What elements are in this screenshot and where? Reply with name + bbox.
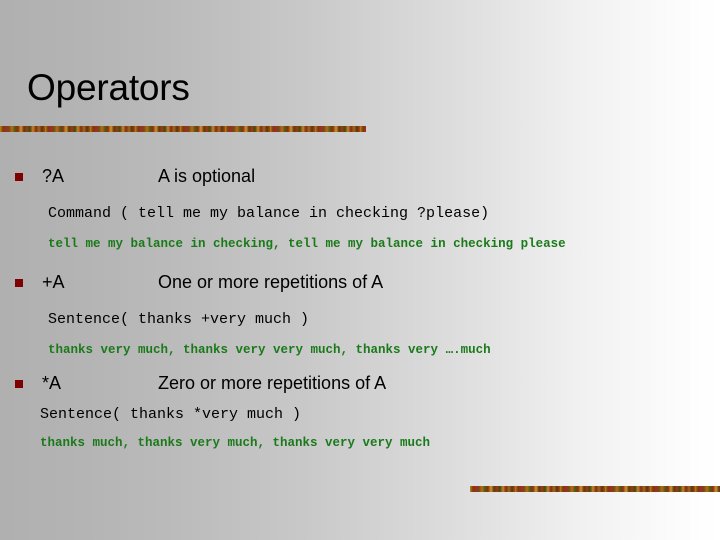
bullet-row-zero-or-more: *A Zero or more repetitions of A bbox=[0, 372, 720, 394]
bullet-row-optional: ?A A is optional bbox=[0, 165, 720, 187]
page-title: Operators bbox=[27, 67, 190, 108]
expansion-result: thanks very much, thanks very very much,… bbox=[48, 343, 491, 357]
expansion-result: thanks much, thanks very much, thanks ve… bbox=[40, 436, 431, 450]
footer-divider-bar bbox=[470, 486, 720, 492]
bullet-square-icon bbox=[15, 173, 23, 181]
expansion-result: tell me my balance in checking, tell me … bbox=[48, 237, 566, 251]
code-example: Sentence( thanks +very much ) bbox=[48, 311, 310, 328]
bullet-square-icon bbox=[15, 380, 23, 388]
operator-description: Zero or more repetitions of A bbox=[158, 373, 387, 393]
slide-canvas: Operators ?A A is optional Command ( tel… bbox=[0, 0, 720, 540]
operator-description: One or more repetitions of A bbox=[158, 272, 384, 292]
code-example: Command ( tell me my balance in checking… bbox=[48, 205, 490, 222]
bullet-row-one-or-more: +A One or more repetitions of A bbox=[0, 271, 720, 293]
title-divider-bar bbox=[0, 126, 366, 132]
operator-symbol: *A bbox=[42, 373, 62, 393]
code-example: Sentence( thanks *very much ) bbox=[40, 406, 302, 423]
operator-symbol: ?A bbox=[42, 166, 65, 186]
bullet-square-icon bbox=[15, 279, 23, 287]
operator-description: A is optional bbox=[158, 166, 256, 186]
operator-symbol: +A bbox=[42, 272, 65, 292]
